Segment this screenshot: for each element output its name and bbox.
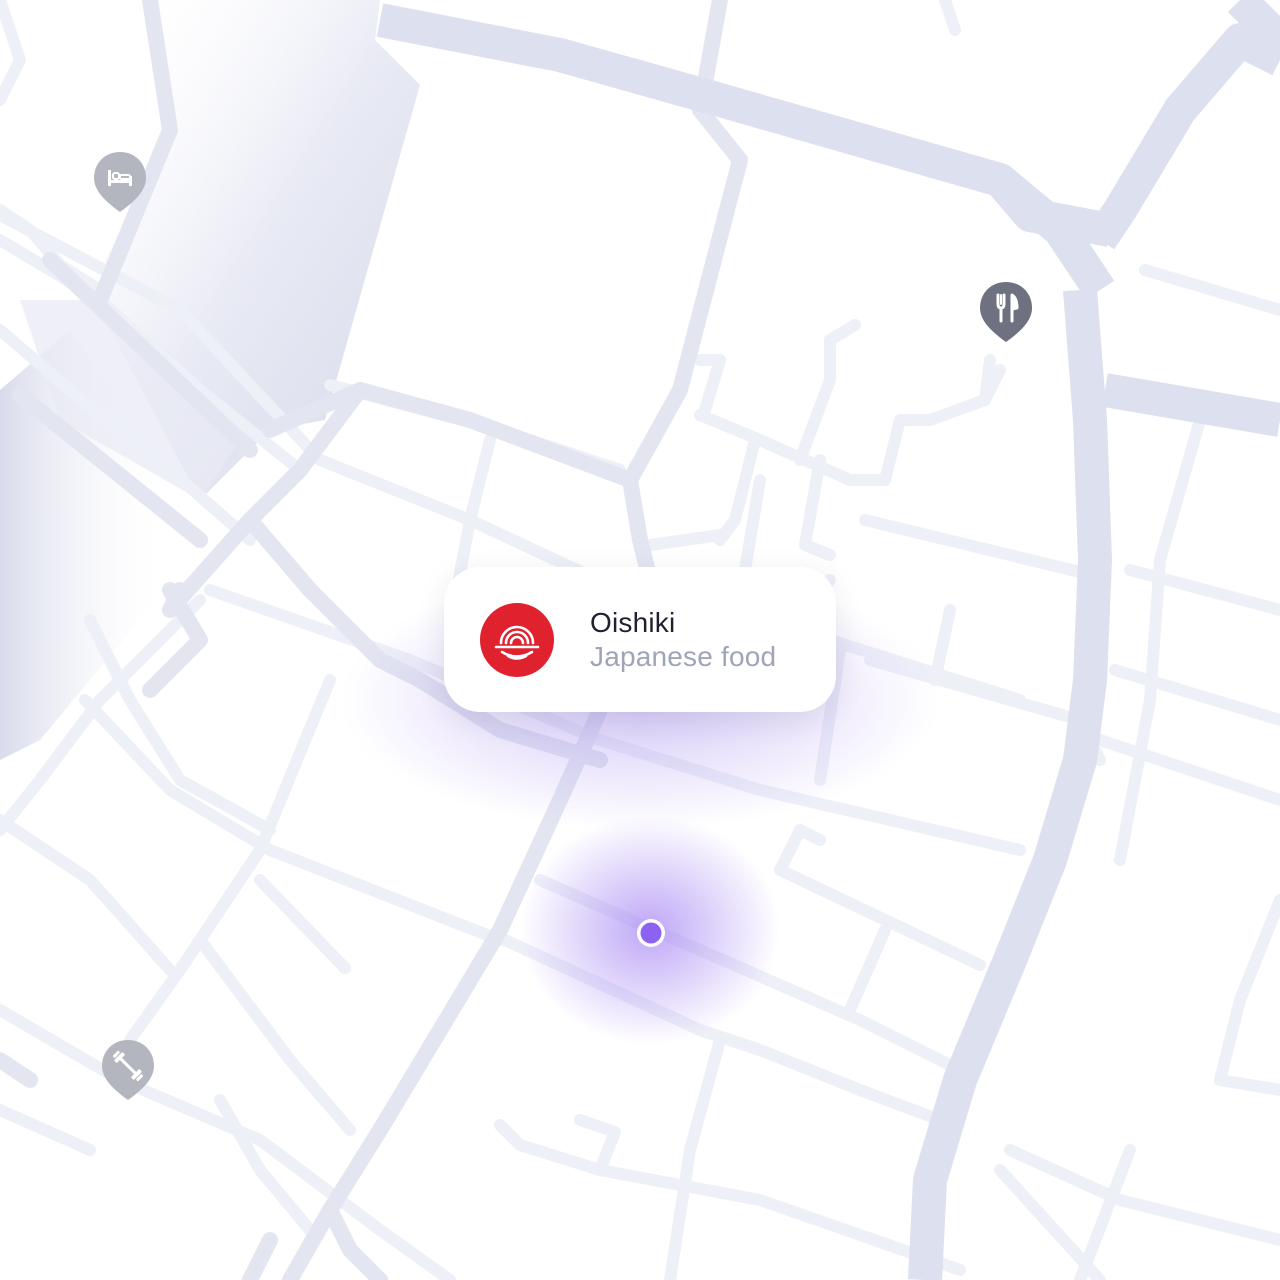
- restaurant-marker[interactable]: [978, 280, 1034, 342]
- restaurant-logo-icon: [480, 603, 554, 677]
- gym-marker[interactable]: [100, 1038, 156, 1100]
- hotel-marker[interactable]: [92, 150, 148, 212]
- place-name: Oishiki: [590, 607, 676, 638]
- place-card[interactable]: Oishiki Japanese food: [444, 567, 836, 712]
- bed-icon: [94, 152, 146, 212]
- fork-knife-icon: [980, 282, 1032, 342]
- user-location-dot: [637, 919, 665, 947]
- place-category: Japanese food: [590, 641, 777, 672]
- dumbbell-icon: [102, 1040, 154, 1100]
